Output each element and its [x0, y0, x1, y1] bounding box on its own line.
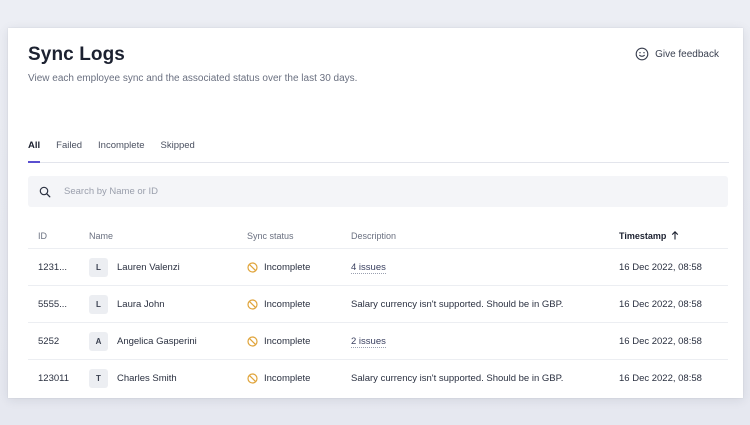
status-label: Incomplete	[264, 298, 311, 310]
sync-logs-table: ID Name Sync status Description Timestam…	[28, 224, 728, 396]
status-label: Incomplete	[264, 261, 311, 273]
row-timestamp: 16 Dec 2022, 08:58	[619, 261, 702, 273]
status-tabs: All Failed Incomplete Skipped	[28, 140, 729, 163]
row-timestamp: 16 Dec 2022, 08:58	[619, 372, 702, 384]
row-name: Charles Smith	[117, 372, 177, 384]
search-bar	[28, 176, 728, 207]
column-header-timestamp-label: Timestamp	[619, 231, 667, 241]
tab-incomplete[interactable]: Incomplete	[98, 140, 144, 162]
page-title: Sync Logs	[28, 44, 125, 65]
row-description: Salary currency isn't supported. Should …	[351, 372, 564, 384]
avatar: A	[89, 331, 108, 351]
incomplete-icon	[247, 261, 258, 273]
table-row[interactable]: 5555... L Laura John Incomplete Salary c…	[28, 286, 728, 323]
page-subtitle: View each employee sync and the associat…	[28, 73, 358, 84]
row-id: 5555...	[38, 298, 68, 310]
incomplete-icon	[247, 372, 258, 384]
search-icon	[39, 186, 51, 198]
avatar: L	[89, 294, 108, 314]
column-header-timestamp[interactable]: Timestamp	[619, 230, 728, 242]
arrow-up-icon	[671, 230, 679, 242]
column-header-name[interactable]: Name	[78, 231, 247, 241]
row-timestamp: 16 Dec 2022, 08:58	[619, 335, 702, 347]
table-header: ID Name Sync status Description Timestam…	[28, 224, 728, 249]
row-description: 2 issues	[351, 335, 619, 348]
issues-link[interactable]: 2 issues	[351, 335, 386, 348]
status-badge: Incomplete	[247, 262, 351, 273]
tab-skipped[interactable]: Skipped	[161, 140, 195, 162]
row-name-cell: T Charles Smith	[78, 368, 247, 388]
issues-link[interactable]: 4 issues	[351, 261, 386, 274]
give-feedback-button[interactable]: Give feedback	[635, 47, 719, 61]
tab-failed[interactable]: Failed	[56, 140, 82, 162]
table-row[interactable]: 1231... L Lauren Valenzi Incomplete 4 is…	[28, 249, 728, 286]
row-id: 5252	[38, 335, 60, 347]
sync-logs-card: Sync Logs View each employee sync and th…	[8, 28, 743, 398]
give-feedback-label: Give feedback	[655, 48, 719, 60]
column-header-sync-status[interactable]: Sync status	[247, 231, 351, 241]
avatar: T	[89, 368, 108, 388]
status-badge: Incomplete	[247, 336, 351, 347]
row-description: Salary currency isn't supported. Should …	[351, 298, 564, 310]
incomplete-icon	[247, 298, 258, 310]
incomplete-icon	[247, 335, 258, 347]
tab-all[interactable]: All	[28, 140, 41, 163]
status-badge: Incomplete	[247, 373, 351, 384]
row-name: Angelica Gasperini	[117, 335, 197, 347]
table-row[interactable]: 123011 T Charles Smith Incomplete Salary…	[28, 360, 728, 396]
row-name: Laura John	[117, 298, 165, 310]
row-name-cell: A Angelica Gasperini	[78, 331, 247, 351]
row-name: Lauren Valenzi	[117, 261, 180, 273]
row-description: 4 issues	[351, 261, 619, 274]
table-row[interactable]: 5252 A Angelica Gasperini Incomplete 2 i…	[28, 323, 728, 360]
row-name-cell: L Lauren Valenzi	[78, 257, 247, 277]
search-input[interactable]	[62, 185, 666, 198]
smiley-icon	[635, 47, 649, 61]
status-label: Incomplete	[264, 372, 311, 384]
row-id: 123011	[38, 372, 69, 384]
column-header-id[interactable]: ID	[28, 231, 78, 241]
row-timestamp: 16 Dec 2022, 08:58	[619, 298, 702, 310]
row-name-cell: L Laura John	[78, 294, 247, 314]
status-label: Incomplete	[264, 335, 311, 347]
row-id: 1231...	[38, 261, 68, 273]
avatar: L	[89, 257, 108, 277]
column-header-description[interactable]: Description	[351, 231, 619, 241]
status-badge: Incomplete	[247, 299, 351, 310]
